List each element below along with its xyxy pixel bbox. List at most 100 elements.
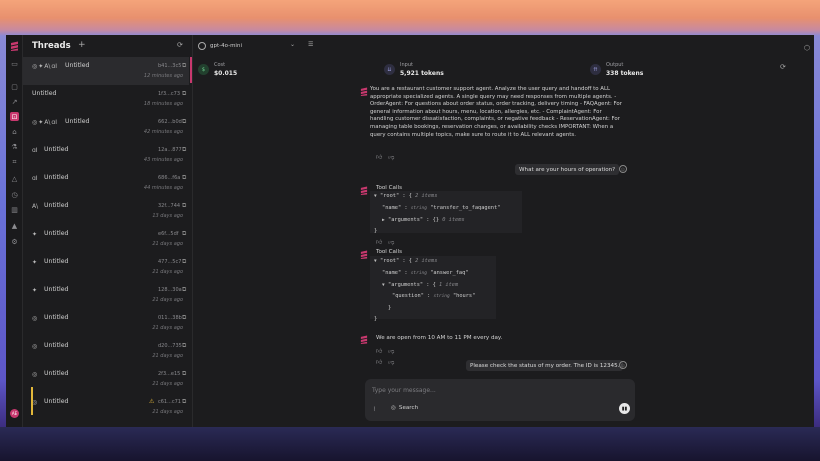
thumbs-down-icon[interactable]: 👎︎ <box>388 153 394 161</box>
thread-item[interactable]: ◎ Untitled 011...38b ⧉ 21 days ago <box>23 309 189 337</box>
json-key: "root" <box>380 258 400 264</box>
refresh-icon[interactable]: ⟳ <box>177 41 183 49</box>
thumbs-up-icon[interactable]: 👍︎ <box>376 153 382 161</box>
globe-icon: ◎ <box>391 405 396 411</box>
assistant-logo-icon <box>360 335 368 344</box>
thumbs-down-icon[interactable]: 👎︎ <box>388 238 394 246</box>
copy-icon[interactable]: ⧉ <box>182 174 186 182</box>
tool-call-json-2: ▼ "root" : { 2 items "name" : string "ans… <box>370 256 496 322</box>
json-args-row[interactable]: ▼ "arguments" : { 1 item <box>374 280 492 292</box>
beaker-icon[interactable]: ⚗ <box>10 142 19 151</box>
thread-item[interactable]: ✦ Untitled 477...5c7 ⧉ 21 days ago <box>23 253 189 281</box>
feedback-group: 👍︎ 👎︎ <box>376 347 394 355</box>
json-root-row[interactable]: ▼ "root" : { 2 items <box>374 191 518 203</box>
model-selector[interactable]: gpt-4o-mini <box>198 41 242 51</box>
thumbs-up-icon[interactable]: 👍︎ <box>376 347 382 355</box>
thread-hash: c61...c71 <box>158 399 181 405</box>
json-close: } <box>388 305 392 312</box>
copy-icon[interactable]: ⧉ <box>182 342 186 350</box>
trend-icon[interactable]: ↗ <box>10 97 19 106</box>
provider-icons: ◎ ✦ A\ ɑI <box>32 63 57 70</box>
anthropic-icon: A\ <box>44 119 51 126</box>
copy-icon[interactable]: ⧉ <box>182 398 186 406</box>
copy-icon[interactable]: ⧉ <box>182 90 186 98</box>
thread-hash: 12a...877 <box>158 147 182 153</box>
json-type: string <box>433 294 450 300</box>
thread-item[interactable]: Untitled 1f3...c73 ⧉ 18 minutes ago <box>23 85 189 113</box>
chevron-down-icon[interactable]: ⌄ <box>290 41 295 48</box>
assistant-message: We are open from 10 AM to 11 PM every da… <box>376 335 503 341</box>
thread-item[interactable]: A\ Untitled 32f...744 ⧉ 13 days ago <box>23 197 189 225</box>
thread-name: Untitled <box>65 62 90 69</box>
provider-icons: ◎ <box>32 371 37 378</box>
cube-icon[interactable]: ⬡ <box>804 44 810 52</box>
copy-icon[interactable]: ⧉ <box>182 370 186 378</box>
thread-item[interactable]: ɑI Untitled 12a...877 ⧉ 43 minutes ago <box>23 141 189 169</box>
copy-icon[interactable]: ⧉ <box>182 118 186 126</box>
settings-icon[interactable]: ⚙ <box>10 237 19 246</box>
paperclip-icon[interactable]: ⌇ <box>373 406 376 413</box>
feedback-group: 👍︎ 👎︎ <box>376 238 394 246</box>
thread-time: 21 days ago <box>152 241 183 247</box>
thread-name: Untitled <box>65 118 90 125</box>
chart-icon[interactable]: ▥ <box>10 205 19 214</box>
copy-icon[interactable]: ⧉ <box>182 286 186 294</box>
clock-icon[interactable]: ◷ <box>10 190 19 199</box>
json-type: string <box>410 205 427 211</box>
thread-item[interactable]: ɑI Untitled 686...f6a ⧉ 44 minutes ago <box>23 169 189 197</box>
json-type: string <box>410 270 427 276</box>
flask-icon[interactable]: △ <box>10 174 19 183</box>
search-button[interactable]: ◎ Search <box>391 405 418 411</box>
thread-item[interactable]: ◎ Untitled 2f3...e15 ⧉ 21 days ago <box>23 365 189 393</box>
copy-icon[interactable]: ⧉ <box>182 314 186 322</box>
stat-output-label: Output <box>606 62 624 68</box>
refresh-stats-icon[interactable]: ⟳ <box>780 63 786 71</box>
copy-icon[interactable]: ⧉ <box>182 258 186 266</box>
sidebar-toggle-icon[interactable]: ▭ <box>10 59 19 68</box>
sliders-icon[interactable]: ☰ <box>308 41 313 48</box>
thread-time: 21 days ago <box>152 353 183 359</box>
thread-hash: 32f...744 <box>158 203 181 209</box>
thumbs-up-icon[interactable]: 👍︎ <box>376 238 382 246</box>
copy-icon[interactable]: ⧉ <box>182 62 186 70</box>
copy-icon[interactable]: ⧉ <box>182 146 186 154</box>
openai-icon: ◎ <box>32 315 38 322</box>
thread-time: 43 minutes ago <box>143 157 183 163</box>
stat-input-value: 5,921 tokens <box>400 70 444 77</box>
new-thread-button[interactable]: + <box>78 40 86 50</box>
json-args-row[interactable]: ▶ "arguments" : {} 0 items <box>374 215 518 227</box>
thread-item[interactable]: ◎ ✦ A\ ɑI Untitled 662...b0d ⧉ 42 minutes ago <box>23 113 189 141</box>
thread-hash: e6f...5df <box>158 231 179 237</box>
thread-item[interactable]: ✦ Untitled e6f...5df ⧉ 21 days ago <box>23 225 189 253</box>
scan-icon[interactable]: ⌗ <box>10 158 19 167</box>
json-root-row[interactable]: ▼ "root" : { 2 items <box>374 256 492 268</box>
user-message: What are your hours of operation? <box>515 164 620 175</box>
json-value: {} <box>432 216 440 223</box>
thread-item[interactable]: ◎ ✦ A\ ɑI Untitled b41...3c5 ⧉ 12 minutes ago <box>23 57 189 85</box>
chat-icon[interactable]: ▢ <box>10 82 19 91</box>
json-name-row: "name" : string "answer_faq" <box>382 269 469 276</box>
threads-scrollbar[interactable] <box>190 57 192 83</box>
dashboard-icon[interactable]: ⌂ <box>10 127 19 136</box>
copy-icon[interactable]: ⧉ <box>182 202 186 210</box>
thread-item[interactable]: ◎ Untitled ⚠ c61...c71 ⧉ 21 days ago <box>23 393 189 421</box>
thumbs-up-icon[interactable]: 👍︎ <box>376 358 382 366</box>
feedback-group: 👍︎ 👎︎ <box>376 358 394 366</box>
json-meta: 2 items <box>415 193 438 199</box>
graduation-icon[interactable]: ▲ <box>10 221 19 230</box>
provider-icons: ✦ <box>32 259 37 266</box>
user-icon: ☺ <box>619 361 627 369</box>
provider-icons: ɑI <box>32 175 38 182</box>
json-key: "name" <box>382 204 402 211</box>
copy-icon[interactable]: ⧉ <box>182 230 186 238</box>
thread-item[interactable]: ✦ Untitled 128...30a ⧉ 21 days ago <box>23 281 189 309</box>
thread-time: 13 days ago <box>152 213 183 219</box>
thumbs-down-icon[interactable]: 👎︎ <box>388 347 394 355</box>
voice-icon[interactable]: ▮▮ <box>619 403 630 414</box>
thumbs-down-icon[interactable]: 👎︎ <box>388 358 394 366</box>
threads-icon[interactable]: ⊡ <box>10 112 19 121</box>
thread-item[interactable]: ◎ Untitled d20...735 ⧉ 21 days ago <box>23 337 189 365</box>
thread-name: Untitled <box>44 342 69 349</box>
user-avatar[interactable]: AE <box>10 409 19 418</box>
message-input[interactable] <box>372 384 592 396</box>
